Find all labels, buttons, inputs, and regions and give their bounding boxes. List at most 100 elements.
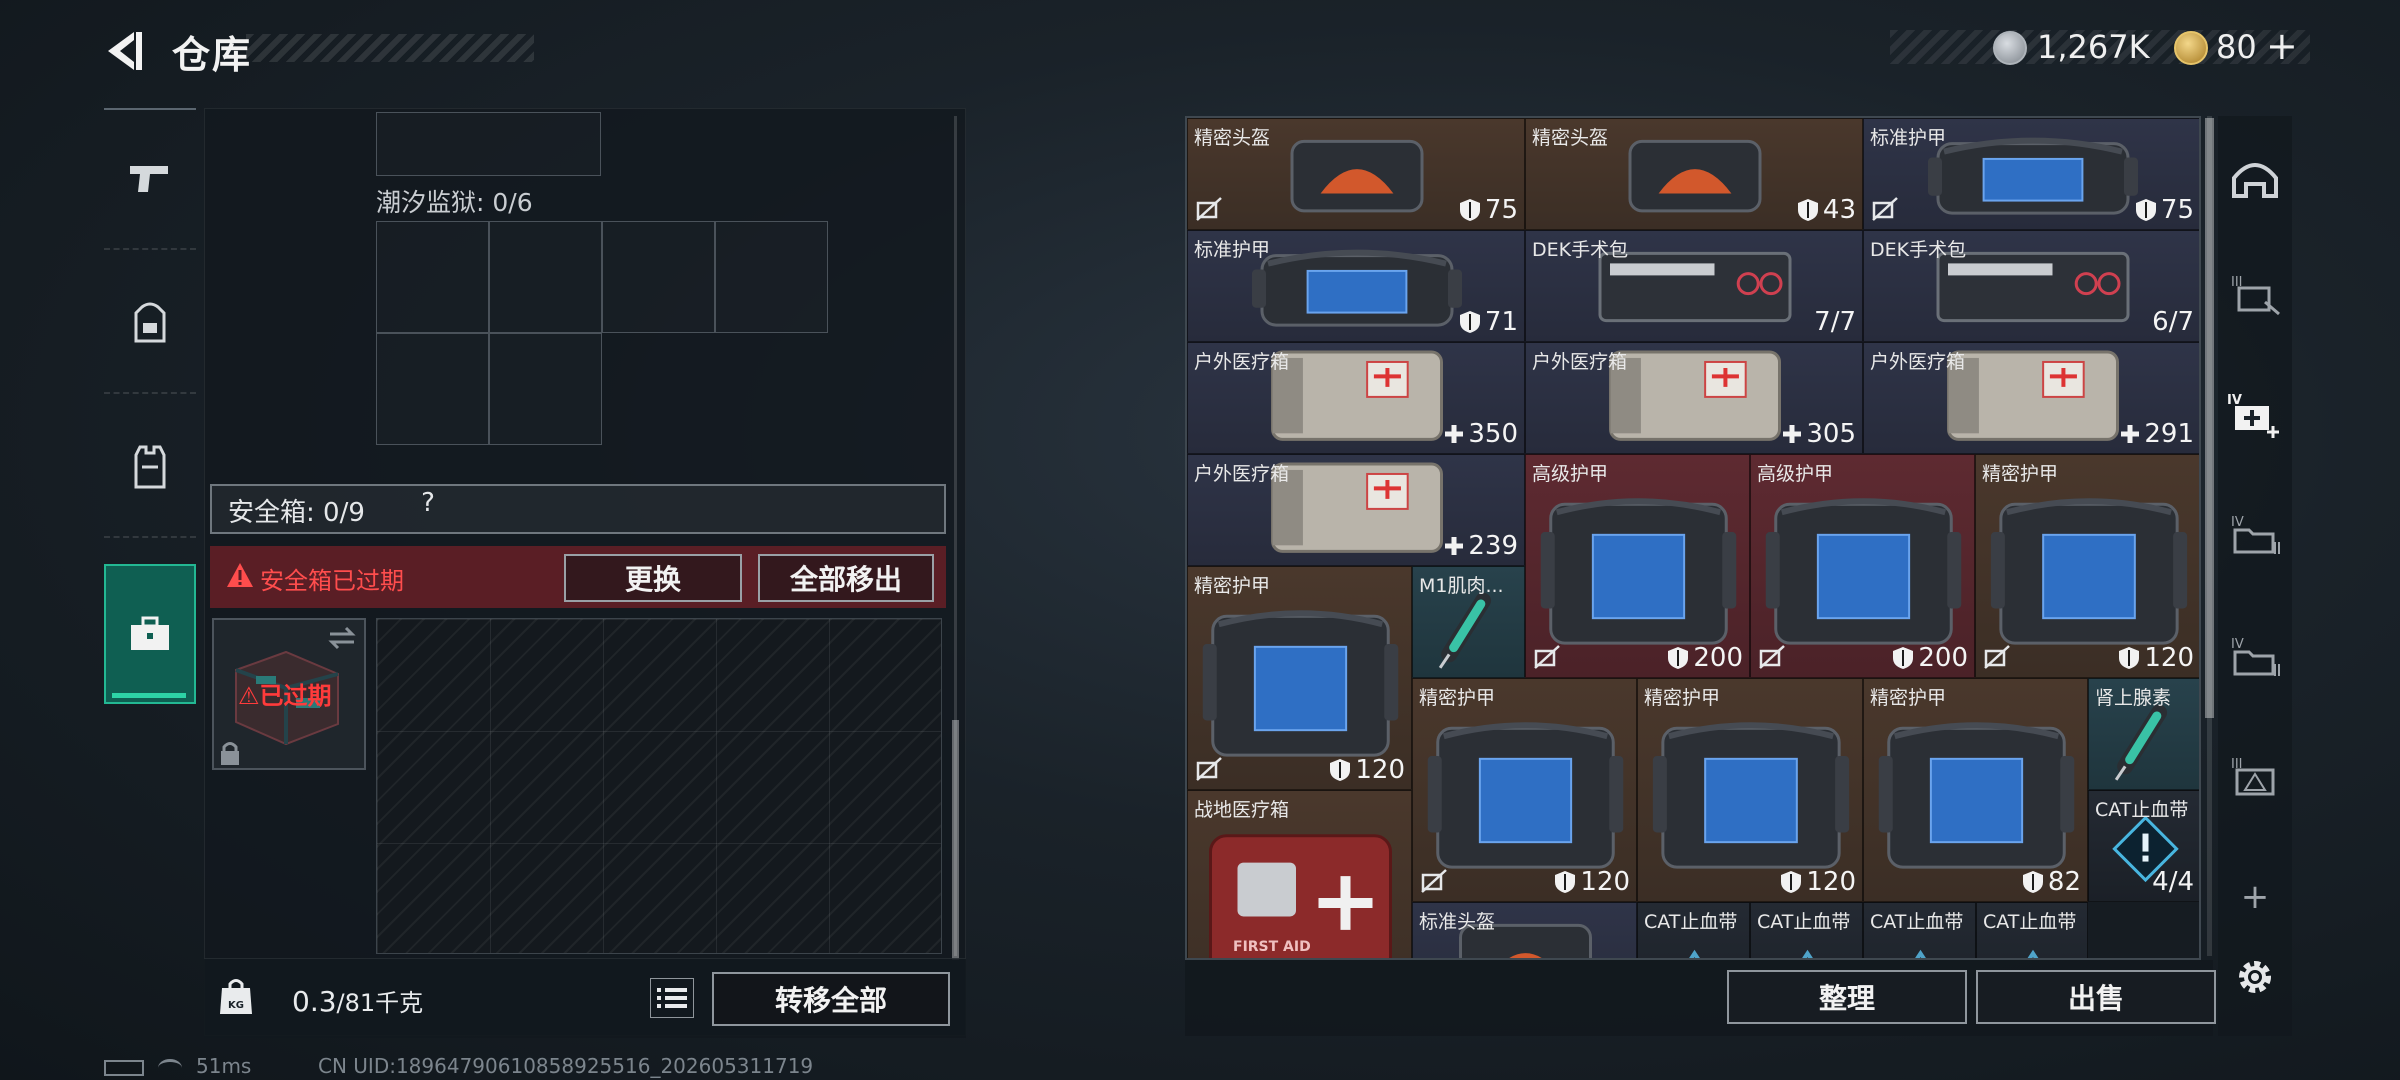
item-name: 精密头盔 xyxy=(1194,127,1271,149)
shield-icon xyxy=(1459,199,1480,221)
inventory-item[interactable]: DEK手术包 7/7 xyxy=(1525,230,1863,342)
weight-icon: KG xyxy=(220,979,252,1014)
nav-active-indicator xyxy=(112,693,186,698)
filter-tier-4-box[interactable]: IV xyxy=(2222,624,2288,690)
filter-tier-3-armor[interactable]: III xyxy=(2222,262,2288,328)
gold-coin-icon xyxy=(2174,31,2208,65)
left-category-nav xyxy=(104,108,196,714)
grid-slot[interactable] xyxy=(715,221,828,333)
inventory-item[interactable]: 标准护甲 71 xyxy=(1187,230,1525,342)
container-capacity-label: 潮汐监狱: 0/6 xyxy=(376,188,533,217)
inventory-item[interactable]: 精密头盔 75 xyxy=(1187,118,1525,230)
help-icon[interactable]: ? xyxy=(410,488,446,524)
inventory-item[interactable]: 精密护甲 82 xyxy=(1863,678,2088,902)
inventory-item[interactable]: 户外医疗箱 291 xyxy=(1863,342,2199,454)
sort-button[interactable]: 整理 xyxy=(1727,970,1967,1024)
shield-icon xyxy=(2022,871,2043,893)
inventory-item[interactable]: 精密护甲 120 xyxy=(1412,678,1637,902)
filter-tier-4-medical[interactable]: IV xyxy=(2222,382,2288,448)
inventory-item[interactable]: M1肌肉... xyxy=(1412,566,1525,678)
inventory-item[interactable]: CAT止血带 4/4 xyxy=(2088,790,2199,902)
shield-icon xyxy=(1797,199,1818,221)
shield-icon xyxy=(1781,871,1802,893)
user-uid: CN UID:18964790610858925516_202605311719 xyxy=(318,1054,814,1078)
svg-text:IV: IV xyxy=(2231,515,2244,530)
transfer-all-button[interactable]: 转移全部 xyxy=(712,972,950,1026)
settings-button[interactable] xyxy=(2222,944,2288,1010)
inventory-item[interactable]: CAT止血带 xyxy=(1750,902,1863,958)
warning-icon: ⚠ xyxy=(238,682,260,710)
wifi-icon xyxy=(158,1058,182,1077)
inventory-item[interactable]: 高级护甲 200 xyxy=(1525,454,1750,678)
inventory-item[interactable]: 户外医疗箱 305 xyxy=(1525,342,1863,454)
inventory-item[interactable]: DEK手术包 6/7 xyxy=(1863,230,2199,342)
inventory-item[interactable]: 标准护甲 75 xyxy=(1863,118,2199,230)
inventory-item[interactable]: 精密护甲 120 xyxy=(1187,566,1412,790)
nav-item-backpack[interactable] xyxy=(104,254,196,394)
inventory-item[interactable]: CAT止血带 xyxy=(1976,902,2088,958)
case-expired-badge: ⚠已过期 xyxy=(238,682,332,710)
inventory-item[interactable]: 高级护甲 200 xyxy=(1750,454,1975,678)
no-trade-icon xyxy=(1421,869,1447,893)
item-name: 精密护甲 xyxy=(1982,463,2059,485)
nav-item-vest[interactable] xyxy=(104,398,196,538)
safe-case-expired-text: 安全箱已过期 xyxy=(260,567,404,595)
inventory-item[interactable]: 户外医疗箱 350 xyxy=(1187,342,1525,454)
item-value: 43 xyxy=(1797,195,1856,225)
item-value-text: 200 xyxy=(1918,643,1968,673)
grid-slot[interactable] xyxy=(376,112,601,176)
safe-case-label: 安全箱: 0/9 xyxy=(228,498,365,528)
inventory-item[interactable]: 肾上腺素 xyxy=(2088,678,2199,790)
inventory-item[interactable]: CAT止血带 xyxy=(1637,902,1750,958)
grid-slot[interactable] xyxy=(376,333,489,445)
svg-text:KG: KG xyxy=(228,1000,244,1011)
inventory-item[interactable]: 户外医疗箱 239 xyxy=(1187,454,1525,566)
inventory-item[interactable]: 精密护甲 120 xyxy=(1637,678,1863,902)
item-value: 120 xyxy=(1554,867,1630,897)
list-view-button[interactable] xyxy=(650,978,694,1018)
shield-icon xyxy=(2119,647,2140,669)
item-value: 82 xyxy=(2022,867,2081,897)
plus-icon xyxy=(1445,537,1464,555)
svg-text:IV: IV xyxy=(2231,637,2244,652)
inventory-item[interactable]: CAT止血带 xyxy=(1863,902,1976,958)
replace-button[interactable]: 更换 xyxy=(564,554,742,602)
grid-slot[interactable] xyxy=(602,221,715,333)
item-value: 200 xyxy=(1892,643,1968,673)
inventory-item[interactable]: 精密头盔 43 xyxy=(1525,118,1863,230)
safe-case-grid[interactable] xyxy=(376,618,942,954)
inventory-grid[interactable]: 精密头盔 75 精密头盔 43 标准护甲 75 标准护甲 71 DEK手术包 7/7 xyxy=(1185,116,2201,960)
no-trade-icon xyxy=(1984,645,2010,669)
grid-slot[interactable] xyxy=(376,221,489,333)
settings-icon xyxy=(2239,961,2271,993)
item-value-text: 4/4 xyxy=(2152,867,2194,897)
inventory-item[interactable]: 标准头盔 xyxy=(1412,902,1637,958)
grid-slot[interactable] xyxy=(489,333,602,445)
item-name: 高级护甲 xyxy=(1532,463,1609,485)
add-filter-button[interactable]: + xyxy=(2222,864,2288,930)
nav-item-weapons[interactable] xyxy=(104,110,196,250)
no-trade-icon xyxy=(1759,645,1785,669)
sell-button[interactable]: 出售 xyxy=(1976,970,2216,1024)
remove-all-button[interactable]: 全部移出 xyxy=(758,554,934,602)
grid-slot[interactable] xyxy=(489,221,602,333)
currency-2-add-button[interactable]: + xyxy=(2266,24,2298,68)
inventory-scrollbar-thumb[interactable] xyxy=(2205,118,2214,718)
filter-tier-4-folder[interactable]: IV xyxy=(2222,502,2288,568)
container-scrollbar-thumb[interactable] xyxy=(952,720,959,960)
weight-capacity: /81千克 xyxy=(336,989,424,1017)
item-value: 120 xyxy=(2118,643,2194,673)
filter-helmet[interactable] xyxy=(2222,146,2288,212)
filter-tier-3-warning[interactable]: III xyxy=(2222,744,2288,810)
item-name: CAT止血带 xyxy=(1757,911,1851,933)
item-name: 户外医疗箱 xyxy=(1194,351,1290,373)
item-value: 120 xyxy=(1329,755,1405,785)
shield-icon xyxy=(1555,871,1576,893)
tier-3-armor-icon: III xyxy=(2231,275,2280,316)
item-name: 户外医疗箱 xyxy=(1870,351,1966,373)
back-arrow-icon[interactable] xyxy=(100,28,146,74)
nav-item-safe-case[interactable] xyxy=(104,564,196,704)
list-icon xyxy=(657,988,687,1008)
inventory-item[interactable]: FIRST AID 战地医疗箱 xyxy=(1187,790,1412,958)
inventory-item[interactable]: 精密护甲 120 xyxy=(1975,454,2199,678)
